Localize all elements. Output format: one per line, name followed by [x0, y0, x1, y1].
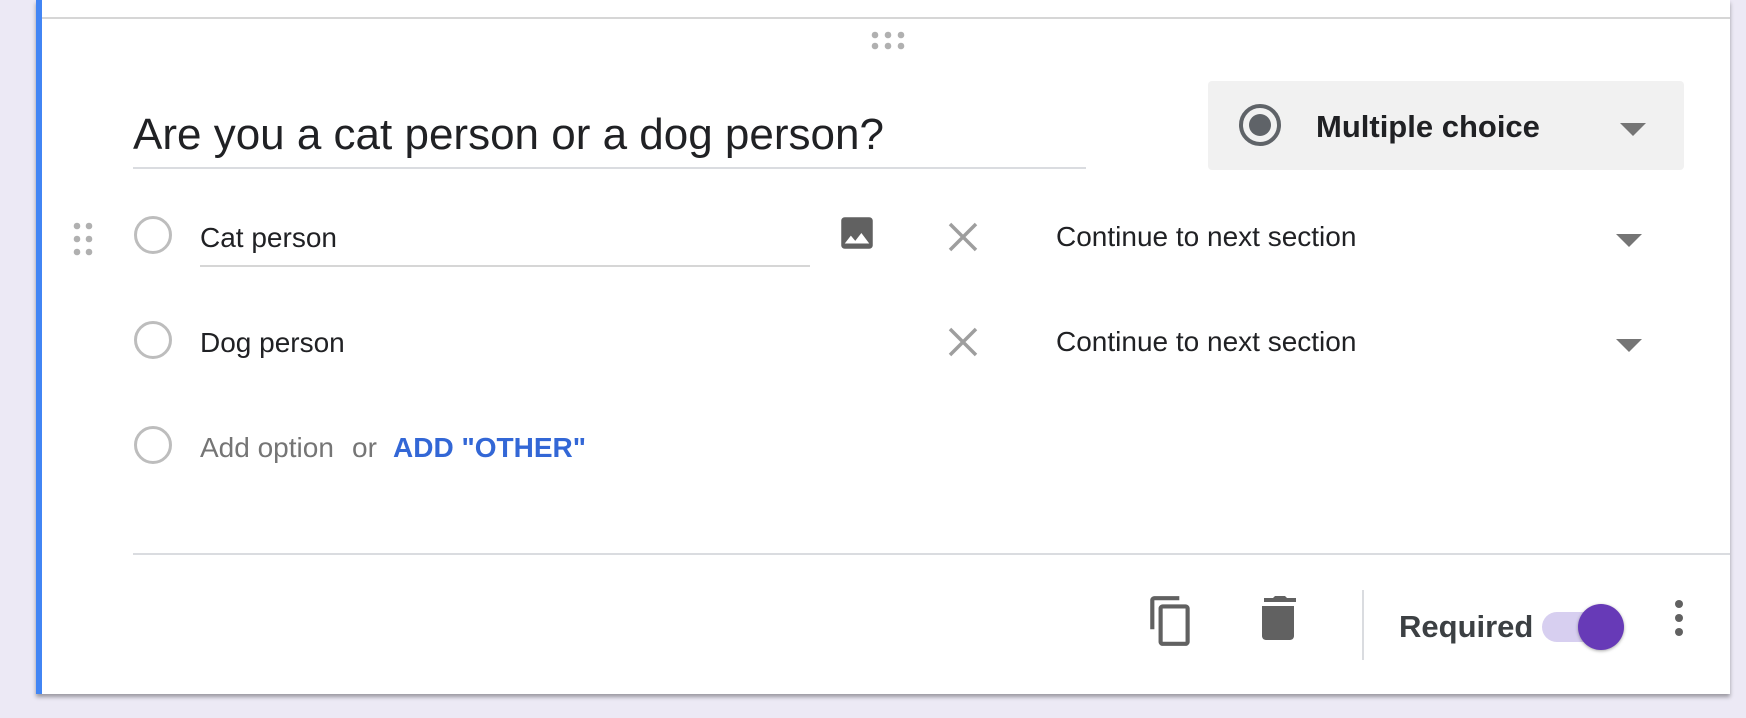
question-title-input[interactable]: Are you a cat person or a dog person?	[133, 103, 1086, 169]
drag-handle-icon[interactable]	[870, 30, 910, 50]
delete-icon[interactable]	[1256, 594, 1300, 642]
option-radio	[134, 426, 172, 464]
option-goto-select[interactable]: Continue to next section	[1056, 217, 1356, 257]
add-other-button[interactable]: ADD "OTHER"	[393, 428, 586, 468]
option-label[interactable]: Dog person	[200, 323, 345, 363]
close-icon[interactable]	[946, 325, 980, 359]
question-type-label: Multiple choice	[1316, 109, 1540, 144]
add-option-input[interactable]: Add option	[200, 428, 334, 468]
radio-checked-icon	[1239, 104, 1281, 146]
card-top-edge	[42, 0, 1730, 19]
option-underline	[200, 265, 810, 267]
footer-vertical-divider	[1362, 590, 1364, 660]
chevron-down-icon[interactable]	[1616, 234, 1642, 247]
option-label[interactable]: Cat person	[200, 218, 337, 258]
image-icon[interactable]	[836, 212, 878, 254]
duplicate-icon[interactable]	[1146, 594, 1196, 648]
or-text: or	[352, 432, 377, 463]
chevron-down-icon	[1620, 123, 1646, 136]
required-toggle-knob[interactable]	[1578, 604, 1624, 650]
option-radio	[134, 321, 172, 359]
required-label: Required	[1399, 609, 1534, 644]
question-card: Are you a cat person or a dog person? Mu…	[36, 0, 1730, 694]
option-drag-handle-icon[interactable]	[72, 221, 94, 257]
close-icon[interactable]	[946, 220, 980, 254]
option-radio	[134, 216, 172, 254]
footer-divider	[133, 553, 1730, 555]
option-goto-select[interactable]: Continue to next section	[1056, 322, 1356, 362]
question-type-dropdown[interactable]: Multiple choice	[1208, 81, 1684, 170]
more-vert-icon[interactable]	[1671, 598, 1687, 638]
chevron-down-icon[interactable]	[1616, 339, 1642, 352]
